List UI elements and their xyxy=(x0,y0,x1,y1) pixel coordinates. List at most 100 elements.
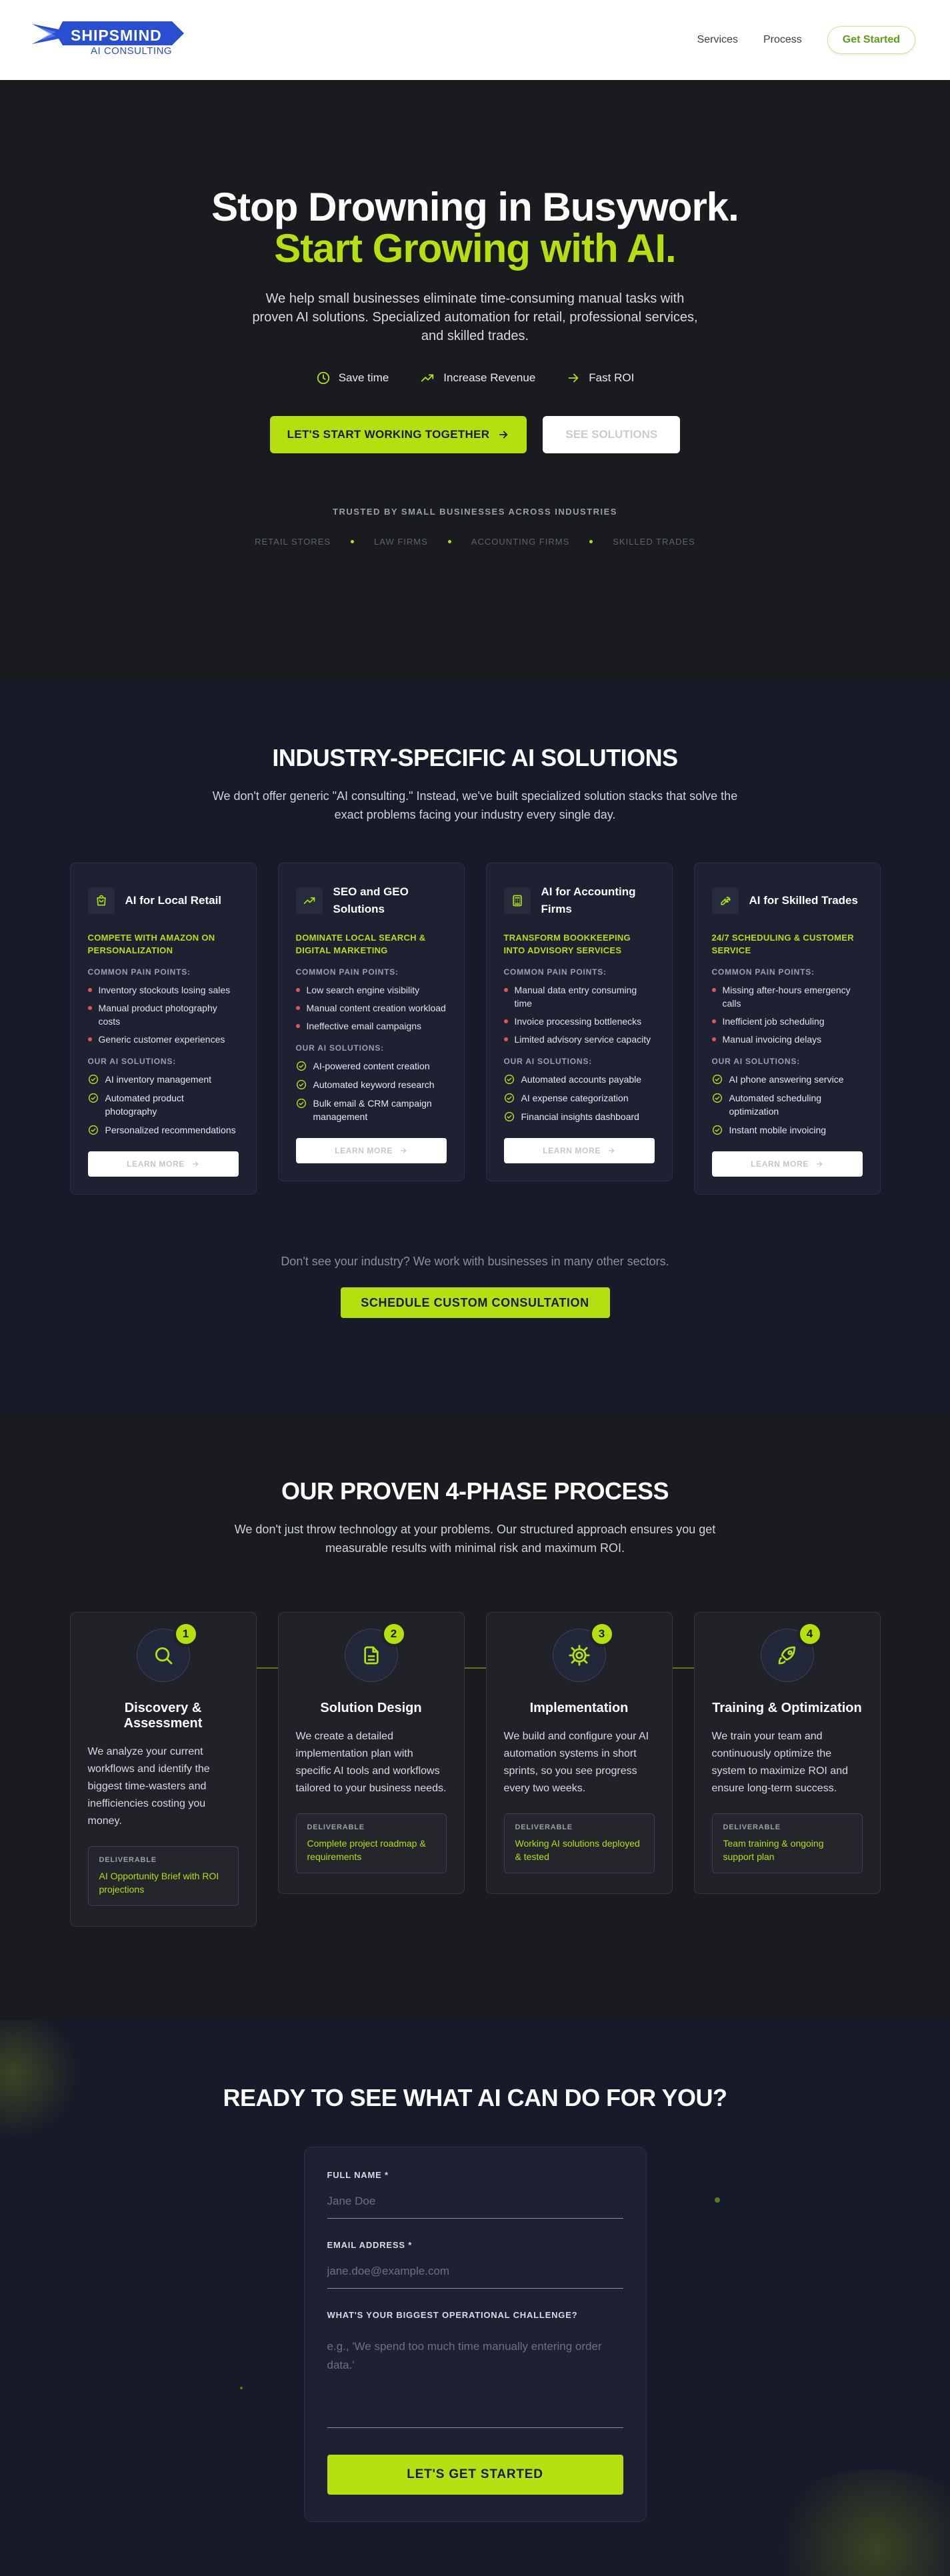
solutions-label: OUR AI SOLUTIONS: xyxy=(87,1057,176,1066)
card-header: AI for Skilled Trades xyxy=(711,882,863,919)
background-glow xyxy=(763,2469,950,2576)
phase-number-badge: 4 xyxy=(797,1621,823,1647)
hero-section: Stop Drowning in Busywork. Start Growing… xyxy=(0,80,950,680)
process-subtitle: We don't just throw technology at your p… xyxy=(234,1523,716,1555)
see-solutions-button[interactable]: SEE SOLUTIONS xyxy=(543,416,681,453)
email-input[interactable]: jane.doe@example.com xyxy=(327,2259,623,2289)
pain-points-list: Inventory stockouts losing sales Manual … xyxy=(87,983,239,1046)
email-group: EMAIL ADDRESS * jane.doe@example.com xyxy=(327,2240,623,2289)
pain-point: Missing after-hours emergency calls xyxy=(711,983,863,1010)
logo[interactable]: SHIPSMIND AI CONSULTING xyxy=(32,20,185,60)
industry-subtitle: We don't offer generic "AI consulting." … xyxy=(212,789,738,821)
pain-point: Manual product photography costs xyxy=(87,1001,239,1028)
solution-text: Bulk email & CRM campaign management xyxy=(313,1098,432,1122)
pain-point: Manual content creation workload xyxy=(295,1001,447,1015)
challenge-textarea[interactable]: e.g., 'We spend too much time manually e… xyxy=(327,2329,623,2428)
card-tagline: COMPETE WITH AMAZON ON PERSONALIZATION xyxy=(87,933,215,955)
solution-item: AI expense categorization xyxy=(504,1091,655,1105)
learn-more-label: LEARN MORE xyxy=(335,1146,393,1155)
solution-item: Financial insights dashboard xyxy=(504,1110,655,1123)
trusted-item: LAW FIRMS xyxy=(374,537,428,547)
nav-link-process[interactable]: Process xyxy=(763,34,802,46)
pain-point: Limited advisory service capacity xyxy=(503,1033,655,1046)
phase-card-training: 4 Training & Optimization We train your … xyxy=(693,1612,881,1894)
check-circle-icon xyxy=(712,1125,722,1135)
search-icon xyxy=(155,1647,172,1665)
pain-points-list: Low search engine visibility Manual cont… xyxy=(295,983,447,1033)
solution-item: Automated product photography xyxy=(88,1091,239,1118)
learn-more-button[interactable]: LEARN MORE xyxy=(87,1151,239,1177)
feature-label: Save time xyxy=(338,371,389,384)
card-icon-box xyxy=(711,887,739,914)
solutions-list: AI inventory management Automated produc… xyxy=(88,1073,239,1137)
check-circle-icon xyxy=(504,1093,514,1103)
solution-item: AI inventory management xyxy=(88,1073,239,1086)
phase-description: We build and configure your AI automatio… xyxy=(503,1731,649,1794)
solutions-list: Automated accounts payable AI expense ca… xyxy=(504,1073,655,1123)
feature-label: Increase Revenue xyxy=(443,371,536,384)
phase-title: Implementation xyxy=(529,1701,629,1715)
deliverable-value: Team training & ongoing support plan xyxy=(723,1838,824,1862)
start-working-button[interactable]: LET'S START WORKING TOGETHER xyxy=(269,416,527,453)
phase-number-badge: 1 xyxy=(173,1621,199,1647)
phase-title: Discovery & Assessment xyxy=(123,1701,203,1731)
hero-title-line2: Start Growing with AI. xyxy=(274,226,676,271)
pain-point: Generic customer experiences xyxy=(87,1033,239,1046)
phase-number-badge: 2 xyxy=(381,1621,407,1647)
rocket-icon xyxy=(778,1646,795,1665)
solution-text: AI expense categorization xyxy=(521,1093,629,1103)
background-glow xyxy=(0,2020,80,2140)
card-title: AI for Skilled Trades xyxy=(749,894,858,907)
email-label: EMAIL ADDRESS * xyxy=(327,2240,413,2250)
hero-subtitle: We help small businesses eliminate time-… xyxy=(252,291,698,343)
schedule-consultation-button[interactable]: SCHEDULE CUSTOM CONSULTATION xyxy=(340,1287,610,1318)
feature-label: Fast ROI xyxy=(589,371,635,384)
check-circle-icon xyxy=(504,1074,514,1085)
nav-link-services[interactable]: Services xyxy=(697,34,738,46)
deliverable-label: DELIVERABLE xyxy=(515,1823,573,1831)
learn-more-button[interactable]: LEARN MORE xyxy=(503,1138,655,1163)
learn-more-button[interactable]: LEARN MORE xyxy=(711,1151,863,1177)
arrow-right-icon xyxy=(499,431,508,439)
arrow-right-icon xyxy=(400,1148,406,1153)
solution-text: Personalized recommendations xyxy=(105,1125,236,1135)
solution-text: AI inventory management xyxy=(105,1074,212,1085)
deliverable-value: Working AI solutions deployed & tested xyxy=(515,1838,640,1862)
solution-text: AI-powered content creation xyxy=(313,1061,430,1071)
decor-dot xyxy=(715,2197,720,2203)
deliverable-value: AI Opportunity Brief with ROI projection… xyxy=(99,1871,219,1895)
solution-item: Automated scheduling optimization xyxy=(712,1091,863,1118)
name-input[interactable]: Jane Doe xyxy=(327,2189,623,2219)
phase-description: We train your team and continuously opti… xyxy=(711,1731,849,1794)
pain-points-list: Manual data entry consuming time Invoice… xyxy=(503,983,655,1046)
phase-description: We analyze your current workflows and id… xyxy=(87,1746,210,1827)
name-label: FULL NAME * xyxy=(327,2170,389,2180)
learn-more-button[interactable]: LEARN MORE xyxy=(295,1138,447,1163)
solutions-label: OUR AI SOLUTIONS: xyxy=(711,1057,800,1066)
card-tagline: 24/7 SCHEDULING & CUSTOMER SERVICE xyxy=(711,933,854,955)
deliverable-label: DELIVERABLE xyxy=(723,1823,781,1831)
feature-save-time: Save time xyxy=(316,371,389,385)
card-header: AI for Local Retail xyxy=(87,882,239,919)
solution-item: Automated keyword research xyxy=(296,1078,447,1091)
solution-text: Instant mobile invoicing xyxy=(729,1125,827,1135)
trending-up-icon xyxy=(421,374,434,382)
solution-text: Automated scheduling optimization xyxy=(729,1093,822,1117)
phase-icon-circle: 3 xyxy=(552,1621,615,1682)
arrow-right-icon xyxy=(608,1148,614,1153)
get-started-button[interactable]: Get Started xyxy=(827,26,915,54)
learn-more-label: LEARN MORE xyxy=(543,1146,601,1155)
phase-card-design: 2 Solution Design We create a detailed i… xyxy=(277,1612,486,1894)
pain-point: Manual invoicing delays xyxy=(711,1033,863,1046)
check-circle-icon xyxy=(88,1125,98,1135)
industry-card-accounting: AI for Accounting Firms TRANSFORM BOOKKE… xyxy=(485,863,673,1181)
feature-increase-revenue: Increase Revenue xyxy=(419,371,535,385)
deliverable-box: DELIVERABLE Working AI solutions deploye… xyxy=(503,1813,655,1873)
trending-up-icon xyxy=(303,897,315,904)
nav-links: Services Process Get Started xyxy=(697,26,915,54)
submit-button[interactable]: LET'S GET STARTED xyxy=(327,2455,623,2495)
contact-form: FULL NAME * Jane Doe EMAIL ADDRESS * jan… xyxy=(303,2147,647,2522)
solutions-label: OUR AI SOLUTIONS: xyxy=(503,1057,592,1066)
arrow-right-icon xyxy=(192,1161,198,1167)
check-circle-icon xyxy=(504,1111,514,1122)
